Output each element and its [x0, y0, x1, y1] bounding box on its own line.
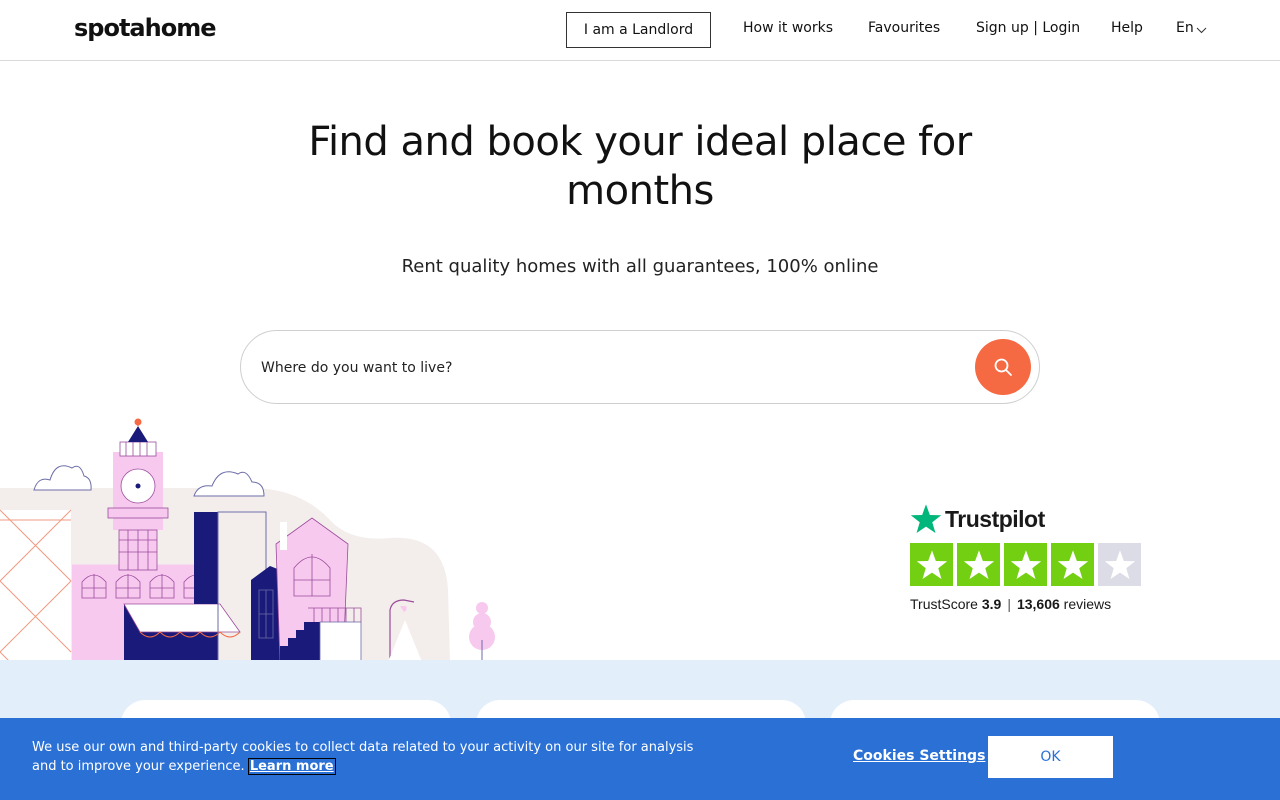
star-empty-icon	[1098, 543, 1141, 586]
reviews-label: reviews	[1063, 596, 1112, 612]
search-input[interactable]	[261, 353, 961, 383]
reviews-count: 13,606	[1016, 596, 1060, 612]
trustpilot-star-icon	[910, 504, 942, 533]
chevron-down-icon	[1196, 27, 1207, 33]
page-title: Find and book your ideal place for month…	[308, 119, 972, 214]
star-filled-icon	[1051, 543, 1094, 586]
trustpilot-rating	[910, 543, 1150, 586]
star-filled-icon	[957, 543, 1000, 586]
search-icon	[994, 358, 1012, 376]
search-button[interactable]	[975, 339, 1031, 395]
logo[interactable]: spotahome	[74, 14, 216, 42]
nav-favourites[interactable]: Favourites	[868, 20, 940, 36]
site-header: spotahome I am a Landlord How it works F…	[0, 0, 1280, 61]
nav-help[interactable]: Help	[1111, 20, 1143, 36]
city-illustration	[0, 418, 495, 662]
language-selector[interactable]: En	[1176, 20, 1207, 36]
trustscore-value: 3.9	[981, 596, 1002, 612]
cookie-ok-button[interactable]: OK	[988, 736, 1113, 778]
star-filled-icon	[910, 543, 953, 586]
language-label: En	[1176, 20, 1194, 36]
cookie-banner: We use our own and third-party cookies t…	[0, 718, 1280, 800]
cookie-message: We use our own and third-party cookies t…	[32, 740, 694, 774]
page-subtitle: Rent quality homes with all guarantees, …	[401, 256, 879, 277]
nav-how-it-works[interactable]: How it works	[743, 20, 833, 36]
trustpilot-widget[interactable]: Trustpilot TrustScore 3.9 | 13,606 revie…	[910, 503, 1150, 612]
search-bar	[240, 330, 1040, 404]
trustpilot-logo: Trustpilot	[910, 503, 1150, 535]
trustscore-label: TrustScore	[910, 596, 978, 612]
landlord-button[interactable]: I am a Landlord	[566, 12, 711, 48]
cookie-text: We use our own and third-party cookies t…	[32, 738, 722, 776]
trustscore-separator: |	[1007, 596, 1011, 612]
cookies-settings-button[interactable]: Cookies Settings	[853, 748, 985, 764]
nav-signup-login[interactable]: Sign up | Login	[976, 20, 1080, 36]
star-filled-icon	[1004, 543, 1047, 586]
trustpilot-brand: Trustpilot	[945, 505, 1045, 532]
learn-more-link[interactable]: Learn more	[247, 758, 336, 775]
trustscore: TrustScore 3.9 | 13,606 reviews	[910, 596, 1150, 612]
